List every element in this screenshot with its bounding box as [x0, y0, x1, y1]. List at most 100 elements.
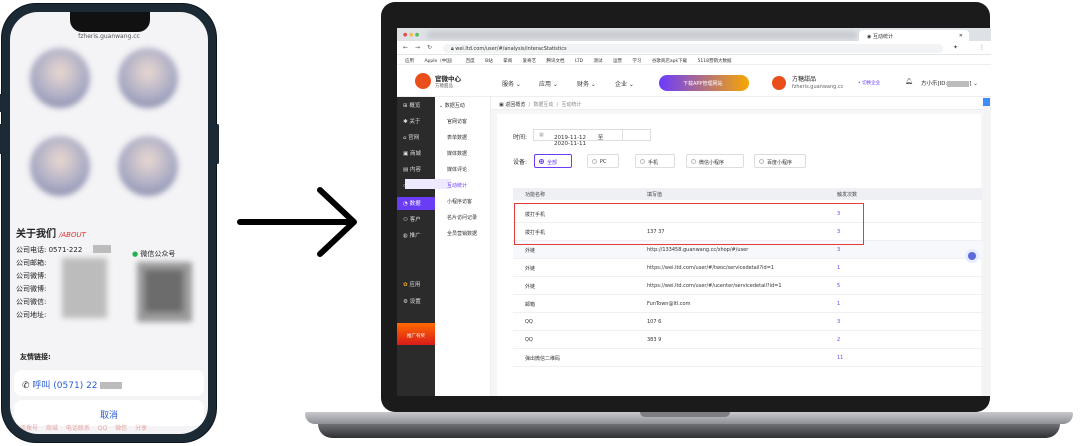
sidebar-item-content[interactable]: ▤ 内容	[403, 165, 421, 173]
breadcrumb-level1[interactable]: 数据互动	[533, 102, 553, 108]
menu-icon[interactable]: ⋮	[979, 44, 985, 51]
cell-count: 1	[837, 301, 841, 307]
nav-apps[interactable]: 应用 ⌄	[539, 79, 558, 88]
scrollbar[interactable]	[983, 97, 991, 396]
device-option-mobile[interactable]: 手机	[635, 154, 675, 168]
sidebar-item-mall[interactable]: ▣ 商城	[403, 149, 421, 157]
bookmark[interactable]: 运营	[613, 59, 622, 64]
subnav-item[interactable]: 媒体数据	[447, 150, 467, 157]
side-tool-icon[interactable]	[983, 98, 990, 106]
device-label: 设备:	[513, 159, 528, 166]
phone-icon: ✆	[22, 381, 30, 391]
subnav-item[interactable]: 全员营销数据	[447, 230, 477, 237]
subnav-item[interactable]: 小程序访客	[447, 198, 472, 205]
phone-url: fzheris.guanwang.cc	[78, 33, 140, 40]
nav-service[interactable]: 服务 ⌄	[502, 79, 521, 88]
switch-company-link[interactable]: • 切换企业	[858, 80, 880, 86]
cell-value: FunTown@ltl.com	[647, 301, 691, 307]
gallery-image	[30, 48, 90, 108]
bookmark[interactable]: 5118营销大数据	[698, 59, 732, 64]
subnav-item[interactable]: 官网访客	[447, 118, 467, 125]
sidebar-item-settings[interactable]: ⚙ 设置	[403, 297, 421, 305]
url-input[interactable]: 🔒︎ wei.ltd.com/user/#/analysis/interacSt…	[443, 44, 943, 53]
sidebar-item-data[interactable]: ◔ 数据	[403, 199, 421, 207]
bookmark[interactable]: 爱奇艺	[523, 59, 537, 64]
subnav-group[interactable]: ⌄ 数据互动	[439, 102, 465, 109]
table-header	[513, 188, 983, 200]
blurred-tabs	[427, 31, 857, 39]
sidebar-item-apps[interactable]: ✿ 应用	[403, 280, 420, 288]
subnav-item[interactable]: 名片访问记录	[447, 214, 477, 221]
gallery-image	[118, 48, 178, 108]
table-row: 弹出微信二维码 11	[513, 349, 983, 367]
company-avatar	[772, 76, 786, 90]
cell-count: 11	[837, 355, 844, 361]
user-menu[interactable]: 方小乐[ID:] ⌄	[921, 79, 978, 87]
download-app-banner[interactable]: 下载APP管理网站	[659, 75, 749, 91]
device-option-pc[interactable]: PC	[587, 154, 619, 168]
device-option-all[interactable]: 全部	[534, 154, 572, 168]
friend-links: 友情链接:	[20, 353, 51, 361]
cell-value: 383 9	[647, 337, 662, 343]
sidebar-item-promotion[interactable]: ◍ 推广	[403, 231, 421, 239]
bookmark[interactable]: 腾讯文档	[547, 59, 565, 64]
bookmark[interactable]: B站	[485, 59, 493, 64]
bookmark[interactable]: LTD	[575, 59, 583, 64]
info-weibo: 公司微博:	[16, 272, 47, 280]
phone-notch	[70, 12, 150, 32]
table-row: QQ 383 9 2	[513, 331, 983, 349]
bookmark[interactable]: 学习	[632, 59, 641, 64]
bookmark[interactable]: 谷歌商店apk下载	[652, 59, 687, 64]
support-icon[interactable]	[965, 249, 979, 263]
nav-enterprise[interactable]: 企业 ⌄	[615, 79, 634, 88]
info-address: 公司地址:	[16, 311, 47, 319]
reload-icon[interactable]: ↻	[427, 44, 432, 51]
subnav-item[interactable]: 表单数据	[447, 134, 467, 141]
subnav-active-bg	[405, 179, 451, 189]
bookmark[interactable]: 测试	[594, 59, 603, 64]
sidebar-item-overview[interactable]: ⊞ 概览	[403, 101, 420, 109]
cell-name: 弹出微信二维码	[525, 356, 561, 362]
extension-icon[interactable]: ✦	[953, 44, 958, 51]
subnav-item-active[interactable]: 互动统计	[447, 182, 467, 189]
nav-finance[interactable]: 财务 ⌄	[577, 79, 596, 88]
bookmark[interactable]: Apple（中国）	[424, 59, 455, 64]
sidebar-item-about[interactable]: ✱ 关于	[403, 117, 420, 125]
phone-bottom-nav: 电话拨号 商城 电话联系 QQ 微信 分享	[14, 425, 147, 432]
cell-name: QQ	[525, 337, 533, 343]
bookmarks-bar: 应用 Apple（中国） 百度 B站 掌阅 爱奇艺 腾讯文档 LTD 测试 运营…	[397, 56, 991, 65]
qr-code	[137, 262, 192, 322]
device-option-baidu-mini[interactable]: 百度小程序	[754, 154, 806, 168]
bookmark[interactable]: 百度	[466, 59, 475, 64]
close-icon[interactable]: ✕	[959, 33, 963, 39]
cell-value: https://wei.ltd.com/user/#/twoc/serviced…	[647, 265, 775, 271]
cell-count: 1	[837, 265, 841, 271]
promotion-badge[interactable]: 推广有奖	[397, 323, 435, 345]
bell-icon[interactable]: 🔔︎	[905, 78, 913, 85]
info-phone: 公司电话: 0571-222	[16, 246, 83, 254]
arrow-right-icon	[237, 187, 357, 257]
cell-value: https://wei.ltd.com/user/#/ucenter/servi…	[647, 283, 782, 289]
cell-name: 外链	[525, 266, 536, 272]
column-header-value: 填写值	[647, 192, 663, 198]
bookmark[interactable]: 掌阅	[503, 59, 512, 64]
forward-icon[interactable]: →	[415, 44, 420, 51]
cell-value: 107 6	[647, 319, 662, 325]
call-button[interactable]: ✆ 呼叫 (0571) 22	[14, 370, 204, 396]
info-weibo: 公司微博:	[16, 285, 47, 293]
back-icon[interactable]: ←	[403, 44, 408, 51]
company-domain: fzheris.guanwang.cc	[792, 84, 844, 90]
laptop-notch	[640, 412, 730, 417]
back-to-overview-link[interactable]: ▣ 返回概览	[499, 102, 525, 108]
sidebar-item-site[interactable]: ⌂ 官网	[403, 133, 419, 141]
device-option-wechat-mini[interactable]: 微信小程序	[686, 154, 744, 168]
gallery-image	[30, 136, 90, 196]
window-controls[interactable]: ● ● ●	[403, 32, 419, 38]
company-name: 方糖甜品	[792, 76, 817, 83]
sidebar-item-customer[interactable]: ⚇ 客户	[403, 215, 421, 223]
time-label: 时间:	[513, 134, 528, 141]
bookmark[interactable]: 应用	[405, 59, 414, 64]
tab-active[interactable]: ◉ 互动统计 ✕	[859, 30, 969, 41]
main-sidebar	[397, 97, 435, 396]
subnav-item[interactable]: 媒体评论	[447, 166, 467, 173]
